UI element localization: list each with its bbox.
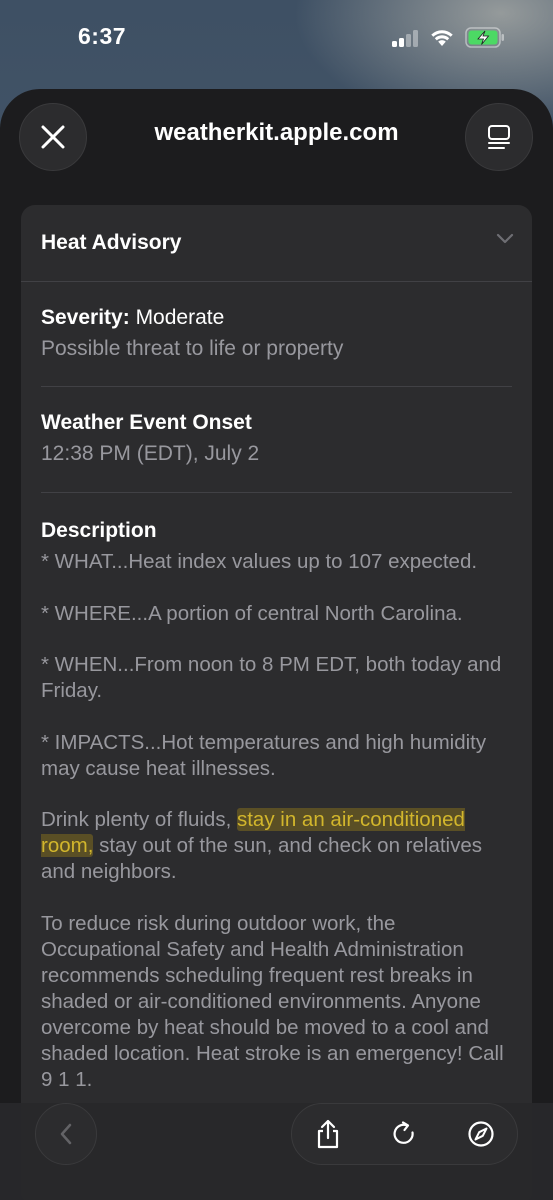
description-label: Description bbox=[41, 519, 157, 542]
share-button[interactable] bbox=[312, 1118, 344, 1150]
back-button[interactable] bbox=[35, 1103, 97, 1165]
alert-card: Heat Advisory Severity: Moderate Possibl… bbox=[21, 205, 532, 1200]
severity-note: Possible threat to life or property bbox=[41, 337, 344, 360]
description-where: * WHERE...A portion of central North Car… bbox=[41, 602, 463, 625]
severity-section: Severity: Moderate Possible threat to li… bbox=[41, 282, 512, 387]
onset-value: 12:38 PM (EDT), July 2 bbox=[41, 442, 260, 465]
cellular-signal-icon bbox=[392, 30, 422, 47]
severity-value: Moderate bbox=[135, 306, 225, 329]
description-advice: Drink plenty of fluids, stay in an air-c… bbox=[41, 807, 516, 885]
status-bar: 6:37 bbox=[0, 0, 553, 76]
screen: 6:37 weatherkit.apple.com Heat Advisory … bbox=[0, 0, 553, 1200]
description-impacts: * IMPACTS...Hot temperatures and high hu… bbox=[41, 731, 487, 780]
chevron-down-icon[interactable] bbox=[496, 233, 514, 245]
reload-button[interactable] bbox=[388, 1118, 420, 1150]
action-pill bbox=[291, 1103, 518, 1165]
compass-button[interactable] bbox=[465, 1118, 497, 1150]
onset-label: Weather Event Onset bbox=[41, 411, 252, 434]
alert-title: Heat Advisory bbox=[41, 231, 182, 254]
description-what: * WHAT...Heat index values up to 107 exp… bbox=[41, 550, 478, 573]
severity-label: Severity: bbox=[41, 306, 130, 329]
advice-text-continued: stay out of the sun, and check on relati… bbox=[41, 834, 482, 883]
share-icon bbox=[317, 1119, 339, 1149]
onset-section: Weather Event Onset 12:38 PM (EDT), July… bbox=[41, 387, 512, 493]
advice-text: Drink plenty of fluids, bbox=[41, 808, 237, 831]
back-icon bbox=[60, 1123, 72, 1145]
wifi-icon bbox=[431, 30, 453, 46]
compass-icon bbox=[468, 1121, 494, 1147]
status-time: 6:37 bbox=[78, 23, 127, 49]
reader-mode-button[interactable] bbox=[465, 103, 533, 171]
battery-charging-icon bbox=[465, 27, 504, 48]
web-sheet: weatherkit.apple.com Heat Advisory Sever… bbox=[0, 89, 553, 1200]
reload-icon bbox=[393, 1121, 414, 1144]
severity-line: Severity: Moderate bbox=[41, 306, 224, 330]
browser-toolbar bbox=[0, 1103, 553, 1200]
reader-icon bbox=[488, 125, 510, 149]
description-osha: To reduce risk during outdoor work, the … bbox=[41, 912, 504, 1091]
description-when: * WHEN...From noon to 8 PM EDT, both tod… bbox=[41, 653, 502, 702]
alert-header[interactable]: Heat Advisory bbox=[21, 205, 532, 282]
